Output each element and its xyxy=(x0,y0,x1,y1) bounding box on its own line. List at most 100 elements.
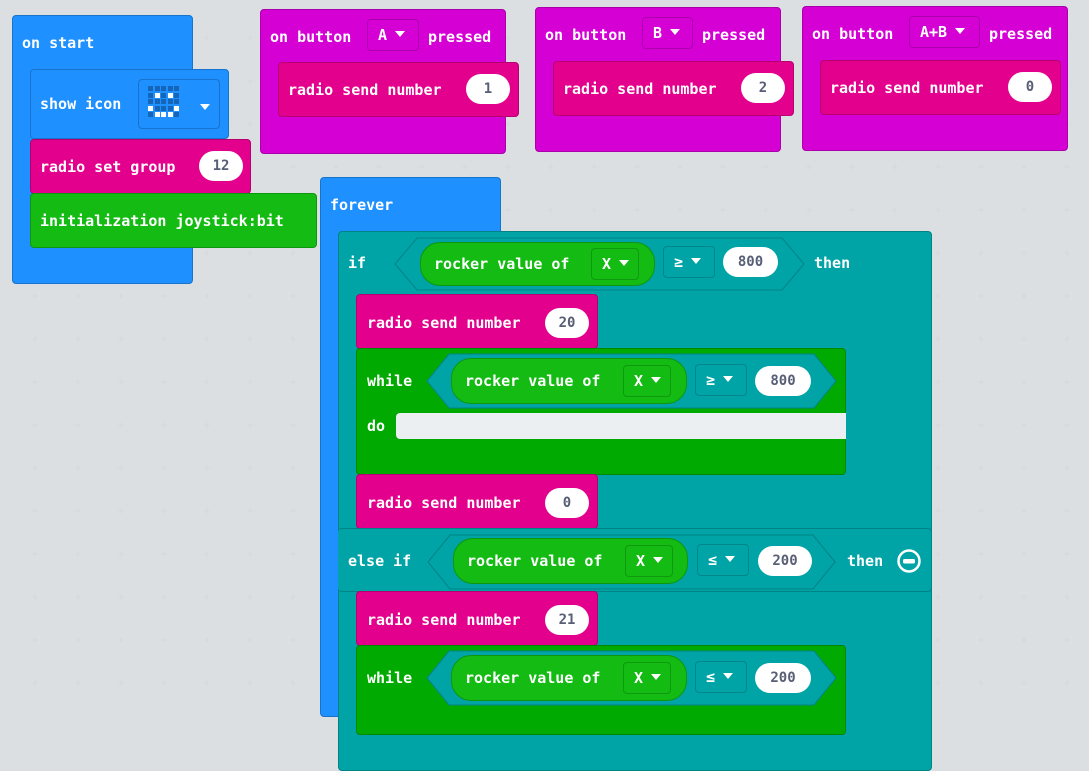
axis-dropdown[interactable]: X xyxy=(625,545,673,577)
axis-value: X xyxy=(602,255,612,273)
led-off xyxy=(167,105,173,111)
radio-send-label: radio send number xyxy=(830,79,984,97)
operator-value: ≤ xyxy=(706,668,716,686)
send-number-input[interactable]: 1 xyxy=(466,74,510,104)
radio-send-number-block[interactable]: radio send number 1 xyxy=(278,62,519,117)
on-button-prefix: on button xyxy=(812,25,894,43)
rocker-value-label: rocker value of xyxy=(467,552,603,570)
operator-dropdown[interactable]: ≤ xyxy=(697,544,749,576)
radio-send-label: radio send number xyxy=(367,494,521,512)
compare-number-input[interactable]: 800 xyxy=(755,366,811,396)
led-off xyxy=(154,86,160,91)
if-label: if xyxy=(348,254,367,272)
led-on xyxy=(161,112,166,117)
compare-number-input[interactable]: 200 xyxy=(755,663,811,693)
radio-send-label: radio send number xyxy=(367,314,521,332)
show-icon-label: show icon xyxy=(40,95,122,113)
led-off xyxy=(174,99,179,104)
radio-send-number-block[interactable]: radio send number 0 xyxy=(820,60,1061,115)
led-off xyxy=(148,92,153,98)
axis-value: X xyxy=(636,552,646,570)
compare-number-input[interactable]: 800 xyxy=(723,247,778,277)
chevron-down-icon xyxy=(691,257,702,264)
send-number-input[interactable]: 2 xyxy=(741,73,785,103)
operator-dropdown[interactable]: ≥ xyxy=(695,364,747,396)
button-value: A+B xyxy=(920,23,948,41)
rocker-value-block[interactable]: rocker value of X xyxy=(451,655,687,701)
led-off xyxy=(167,99,173,104)
axis-value: X xyxy=(634,669,644,687)
icon-picker-dropdown[interactable] xyxy=(138,79,220,129)
forever-label: forever xyxy=(330,196,394,214)
button-select-dropdown[interactable]: A+B xyxy=(909,16,980,48)
send-number-input[interactable]: 0 xyxy=(1008,72,1052,102)
button-select-dropdown[interactable]: A xyxy=(367,19,419,51)
chevron-down-icon xyxy=(955,27,966,34)
rocker-value-label: rocker value of xyxy=(434,255,570,273)
then-label: then xyxy=(814,254,851,272)
led-on xyxy=(154,112,160,117)
axis-dropdown[interactable]: X xyxy=(623,662,671,694)
button-value: B xyxy=(653,24,663,42)
led-off xyxy=(148,112,153,117)
led-on xyxy=(148,105,153,111)
led-off xyxy=(161,86,166,91)
led-off xyxy=(167,86,173,91)
radio-send-label: radio send number xyxy=(288,81,442,99)
radio-send-number-block[interactable]: radio send number 2 xyxy=(553,61,794,116)
chevron-down-icon xyxy=(653,556,664,563)
radio-set-group-block[interactable]: radio set group 12 xyxy=(30,139,251,194)
operator-dropdown[interactable]: ≤ xyxy=(695,661,747,693)
do-empty-slot[interactable] xyxy=(396,413,846,439)
button-value: A xyxy=(378,26,388,44)
radio-send-number-block[interactable]: radio send number 0 xyxy=(356,474,598,529)
operator-value: ≥ xyxy=(706,371,716,389)
pressed-label: pressed xyxy=(989,25,1053,43)
radio-send-number-block[interactable]: radio send number 20 xyxy=(356,294,598,349)
led-on xyxy=(174,105,179,111)
on-button-prefix: on button xyxy=(270,28,352,46)
button-select-dropdown[interactable]: B xyxy=(642,17,693,49)
led-off xyxy=(148,99,153,104)
chevron-down-icon xyxy=(651,673,662,680)
then-label: then xyxy=(847,552,884,570)
operator-value: ≤ xyxy=(708,551,718,569)
chevron-down-icon xyxy=(200,104,210,110)
led-off xyxy=(161,105,166,111)
init-joystick-block[interactable]: initialization joystick:bit xyxy=(30,193,317,248)
minus-circle-icon[interactable] xyxy=(896,548,922,574)
rocker-value-block[interactable]: rocker value of X xyxy=(420,242,655,286)
radio-send-label: radio send number xyxy=(367,611,521,629)
chevron-down-icon xyxy=(725,555,736,562)
led-on xyxy=(154,92,160,98)
led-off xyxy=(174,86,179,91)
rocker-value-label: rocker value of xyxy=(465,669,601,687)
axis-dropdown[interactable]: X xyxy=(591,248,639,280)
pressed-label: pressed xyxy=(428,28,492,46)
while-label: while xyxy=(367,669,413,687)
else-if-label: else if xyxy=(348,552,412,570)
chevron-down-icon xyxy=(723,672,734,679)
axis-dropdown[interactable]: X xyxy=(623,365,671,397)
radio-send-number-block[interactable]: radio send number 21 xyxy=(356,591,598,646)
smiley-face-icon xyxy=(148,86,188,126)
led-off xyxy=(148,86,153,91)
rocker-value-block[interactable]: rocker value of X xyxy=(453,538,688,584)
send-number-input[interactable]: 20 xyxy=(545,308,589,338)
rocker-value-block[interactable]: rocker value of X xyxy=(451,358,687,404)
init-joystick-label: initialization joystick:bit xyxy=(40,212,284,230)
on-start-label: on start xyxy=(22,34,95,52)
operator-dropdown[interactable]: ≥ xyxy=(663,246,715,278)
chevron-down-icon xyxy=(651,376,662,383)
show-icon-block[interactable]: show icon xyxy=(30,69,229,139)
led-off xyxy=(161,99,166,104)
do-label: do xyxy=(367,417,386,435)
group-number-input[interactable]: 12 xyxy=(199,151,243,181)
led-on xyxy=(167,112,173,117)
send-number-input[interactable]: 0 xyxy=(545,488,589,518)
chevron-down-icon xyxy=(395,30,406,37)
rocker-value-label: rocker value of xyxy=(465,372,601,390)
radio-send-label: radio send number xyxy=(563,80,717,98)
send-number-input[interactable]: 21 xyxy=(545,605,589,635)
compare-number-input[interactable]: 200 xyxy=(758,546,812,576)
